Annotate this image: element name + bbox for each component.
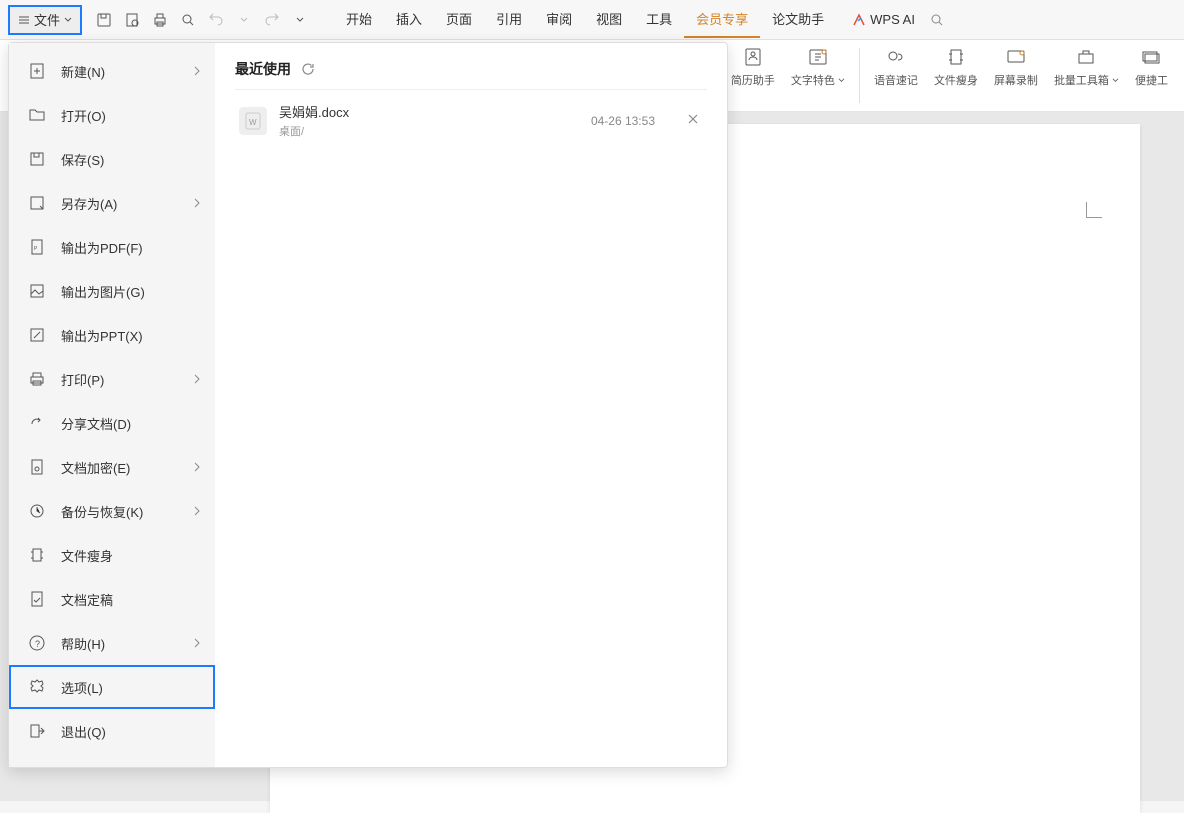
menu-exit[interactable]: 退出(Q) [9,709,215,753]
undo-dropdown-icon[interactable] [230,6,258,34]
file-menu-button[interactable]: 文件 [8,5,82,35]
backup-icon [27,501,47,521]
page-margin-marker [1086,202,1102,218]
svg-text:P: P [34,246,38,252]
recent-file-time: 04-26 13:53 [591,114,655,128]
menu-save[interactable]: 保存(S) [9,137,215,181]
file-menu-label: 文件 [34,10,60,29]
menu-share[interactable]: 分享文档(D) [9,401,215,445]
recent-file-path: 桌面/ [279,123,579,139]
ribbon-shortcut[interactable]: 便捷工 [1127,40,1176,111]
ppt-icon [27,325,47,345]
chevron-right-icon [193,460,201,475]
screen-record-icon [1005,46,1027,68]
menu-options[interactable]: 选项(L) [9,665,215,709]
chevron-right-icon [193,64,201,79]
menu-export-ppt[interactable]: 输出为PPT(X) [9,313,215,357]
image-icon [27,281,47,301]
ribbon-textstyle[interactable]: 文字特色 [783,40,853,111]
save-as-icon [27,193,47,213]
menu-open[interactable]: 打开(O) [9,93,215,137]
chevron-right-icon [193,196,201,211]
ai-logo-icon [852,13,866,27]
help-icon: ? [27,633,47,653]
chevron-right-icon [193,636,201,651]
gear-icon [27,677,47,697]
ribbon-screen[interactable]: 屏幕录制 [986,40,1046,111]
redo-icon[interactable] [258,6,286,34]
new-file-icon [27,61,47,81]
print-preview-icon[interactable] [118,6,146,34]
main-toolbar: 文件 开始 插入 页面 引用 审阅 视图 工具 会员专享 论文助手 WPS AI [0,0,1184,40]
save-icon [27,149,47,169]
toolbox-icon [1075,46,1097,68]
tab-member[interactable]: 会员专享 [684,1,760,38]
menu-slimfile[interactable]: 文件瘦身 [9,533,215,577]
text-style-icon [807,46,829,68]
undo-icon[interactable] [202,6,230,34]
person-icon [742,46,764,68]
ribbon-tabs: 开始 插入 页面 引用 审阅 视图 工具 会员专享 论文助手 [334,1,836,38]
chevron-right-icon [193,504,201,519]
menu-finalize[interactable]: 文档定稿 [9,577,215,621]
ribbon-batch[interactable]: 批量工具箱 [1046,40,1127,111]
ribbon-voice[interactable]: 语音速记 [866,40,926,111]
tab-start[interactable]: 开始 [334,1,384,38]
more-dropdown-icon[interactable] [286,6,314,34]
recent-panel: 最近使用 W 吴娟娟.docx 桌面/ 04-26 13:53 [215,43,727,767]
menu-export-img[interactable]: 输出为图片(G) [9,269,215,313]
docx-file-icon: W [239,107,267,135]
menu-icon [18,14,30,26]
recent-title: 最近使用 [235,59,291,79]
menu-encrypt[interactable]: 文档加密(E) [9,445,215,489]
tab-reference[interactable]: 引用 [484,1,534,38]
tab-page[interactable]: 页面 [434,1,484,38]
share-icon [27,413,47,433]
tab-tools[interactable]: 工具 [634,1,684,38]
menu-export-pdf[interactable]: P 输出为PDF(F) [9,225,215,269]
menu-backup[interactable]: 备份与恢复(K) [9,489,215,533]
tab-thesis[interactable]: 论文助手 [760,1,836,38]
close-icon[interactable] [683,108,703,134]
refresh-icon[interactable] [301,62,315,76]
svg-text:?: ? [35,639,40,649]
chevron-down-icon [64,16,72,24]
tab-view[interactable]: 视图 [584,1,634,38]
menu-new[interactable]: 新建(N) [9,49,215,93]
shortcut-icon [1141,46,1163,68]
folder-open-icon [27,105,47,125]
chevron-right-icon [193,372,201,387]
file-menu-panel: 新建(N) 打开(O) 保存(S) 另存为(A) P 输出为PDF(F) 输出为… [8,42,728,768]
tab-insert[interactable]: 插入 [384,1,434,38]
exit-icon [27,721,47,741]
svg-text:W: W [249,118,257,127]
compress-icon [27,545,47,565]
save-icon[interactable] [90,6,118,34]
recent-file-name: 吴娟娟.docx [279,102,579,121]
tab-review[interactable]: 审阅 [534,1,584,38]
recent-file-item[interactable]: W 吴娟娟.docx 桌面/ 04-26 13:53 [235,90,707,151]
pdf-icon: P [27,237,47,257]
file-menu-list: 新建(N) 打开(O) 保存(S) 另存为(A) P 输出为PDF(F) 输出为… [9,43,215,767]
printer-icon [27,369,47,389]
wps-ai-button[interactable]: WPS AI [852,12,915,27]
wps-ai-label: WPS AI [870,12,915,27]
ribbon-resume[interactable]: 简历助手 [723,40,783,111]
ribbon-slim[interactable]: 文件瘦身 [926,40,986,111]
compress-icon [945,46,967,68]
print-icon[interactable] [146,6,174,34]
menu-help[interactable]: ? 帮助(H) [9,621,215,665]
zoom-icon[interactable] [174,6,202,34]
menu-saveas[interactable]: 另存为(A) [9,181,215,225]
search-icon[interactable] [923,6,951,34]
check-document-icon [27,589,47,609]
lock-icon [27,457,47,477]
microphone-icon [885,46,907,68]
menu-print[interactable]: 打印(P) [9,357,215,401]
